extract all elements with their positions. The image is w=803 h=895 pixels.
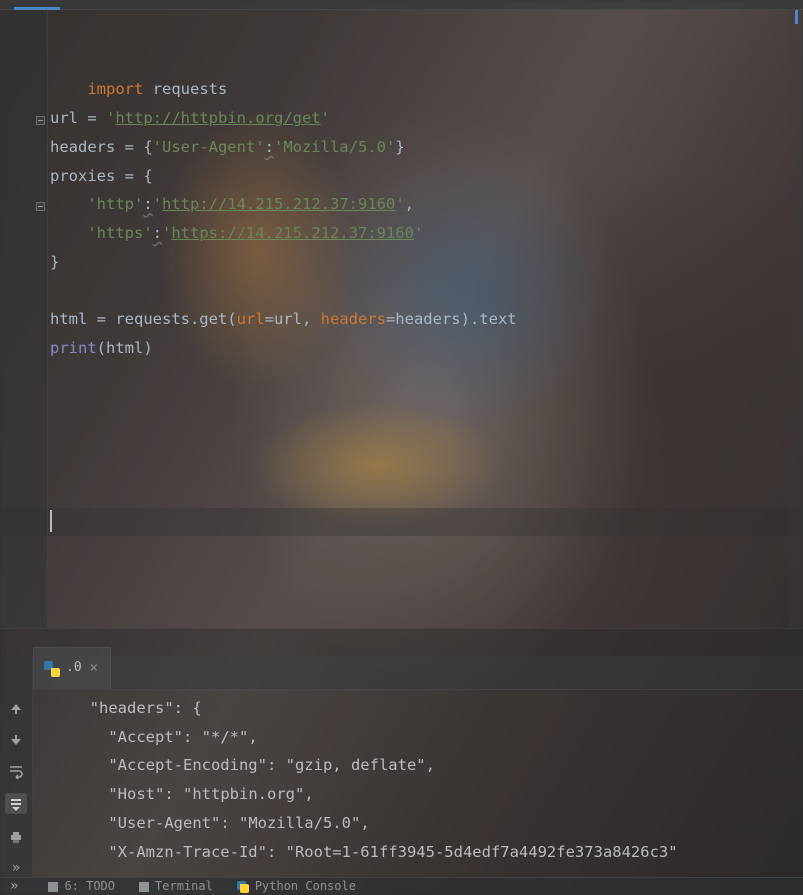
- code-url[interactable]: http://14.215.212.37:9160: [162, 195, 395, 213]
- soft-wrap-icon[interactable]: [7, 762, 25, 779]
- out: "gzip, deflate": [286, 756, 426, 774]
- status-terminal-label: Terminal: [155, 872, 213, 895]
- code-builtin: print: [50, 339, 97, 357]
- out: "headers": [71, 699, 174, 717]
- editor-gutter[interactable]: [0, 10, 48, 628]
- code-comma: ,: [302, 310, 321, 328]
- status-terminal[interactable]: Terminal: [139, 872, 213, 895]
- code-string-quote: ': [414, 224, 423, 242]
- fold-icon[interactable]: [36, 116, 45, 125]
- code-text: headers = {: [50, 138, 153, 156]
- code-string-quote: ': [106, 109, 115, 127]
- run-toolbar: »: [0, 656, 33, 877]
- out: "Mozilla/5.0": [239, 814, 360, 832]
- code-text: url =: [50, 109, 106, 127]
- out: "X-Amzn-Trace-Id": [71, 843, 267, 861]
- code-colon: :: [265, 138, 274, 156]
- code-text: }: [395, 138, 404, 156]
- close-icon[interactable]: ×: [90, 654, 98, 683]
- status-todo[interactable]: 6: TODO: [48, 872, 115, 895]
- code-text: proxies = {: [50, 167, 153, 185]
- out: "httpbin.org": [183, 785, 304, 803]
- out: "User-Agent": [71, 814, 220, 832]
- run-tabs: .0 ×: [33, 656, 803, 690]
- console-output[interactable]: "headers": { "Accept": "*/*", "Accept-En…: [33, 690, 803, 877]
- out: "*/*": [202, 728, 249, 746]
- code-kwarg: url: [237, 310, 265, 328]
- code-comma: ,: [405, 195, 414, 213]
- status-todo-label: 6: TODO: [64, 872, 115, 895]
- code-string: 'Mozilla/5.0': [274, 138, 395, 156]
- python-icon: [44, 661, 60, 677]
- python-icon: [237, 881, 249, 893]
- run-tab-label: .0: [66, 654, 82, 683]
- code-colon: :: [153, 224, 162, 242]
- code-kwarg: headers: [321, 310, 386, 328]
- out: ,: [248, 728, 257, 746]
- code-string: 'https': [87, 224, 152, 242]
- code-indent: [50, 195, 87, 213]
- code-text: requests: [143, 80, 227, 98]
- out: ,: [360, 814, 369, 832]
- code-url[interactable]: https://14.215.212.37:9160: [171, 224, 414, 242]
- fold-icon[interactable]: [36, 202, 45, 211]
- out: :: [220, 814, 239, 832]
- out: "Host": [71, 785, 164, 803]
- caret-line-highlight: [0, 508, 803, 536]
- code-text: html = requests.get(: [50, 310, 237, 328]
- code-string-quote: ': [153, 195, 162, 213]
- code-keyword: import: [87, 80, 143, 98]
- print-icon[interactable]: [7, 828, 25, 845]
- run-tab[interactable]: .0 ×: [33, 647, 111, 689]
- code-colon: :: [143, 195, 152, 213]
- expand-icon[interactable]: »: [10, 872, 18, 895]
- out: "Root=1-61ff3945-5d4edf7a4492fe373a8426c…: [286, 843, 678, 861]
- out: :: [267, 756, 286, 774]
- code-string: 'http': [87, 195, 143, 213]
- out: :: [183, 728, 202, 746]
- out: :: [267, 843, 286, 861]
- todo-icon: [48, 882, 58, 892]
- code-text: =url: [265, 310, 302, 328]
- editor-tab-bar: [0, 0, 803, 10]
- terminal-icon: [139, 882, 149, 892]
- code-string-quote: ': [395, 195, 404, 213]
- status-python-console[interactable]: Python Console: [237, 872, 356, 895]
- panel-splitter[interactable]: [0, 628, 803, 656]
- scroll-to-end-icon[interactable]: [5, 793, 27, 814]
- out: "Accept": [71, 728, 183, 746]
- status-bar: » 6: TODO Terminal Python Console: [0, 877, 803, 895]
- out: ,: [426, 756, 435, 774]
- code-editor[interactable]: import requests url = 'http://httpbin.or…: [0, 10, 803, 628]
- code-text: (html): [97, 339, 153, 357]
- code-string-quote: ': [321, 109, 330, 127]
- out: ,: [304, 785, 313, 803]
- out: :: [164, 785, 183, 803]
- code-indent: [50, 224, 87, 242]
- code-url[interactable]: http://httpbin.org/get: [115, 109, 320, 127]
- code-string: 'User-Agent': [153, 138, 265, 156]
- arrow-down-icon[interactable]: [7, 731, 25, 748]
- editor-scrollbar[interactable]: [790, 10, 803, 628]
- out: "Accept-Encoding": [71, 756, 267, 774]
- status-pyconsole-label: Python Console: [255, 872, 356, 895]
- run-tool-window: » .0 × "headers": { "Accept": "*/*", "Ac…: [0, 656, 803, 877]
- arrow-up-icon[interactable]: [7, 700, 25, 717]
- scrollbar-marker: [795, 10, 798, 24]
- code-text: }: [50, 253, 59, 271]
- code-text: =headers).text: [386, 310, 517, 328]
- code-area[interactable]: import requests url = 'http://httpbin.or…: [48, 10, 803, 628]
- out: : {: [174, 699, 202, 717]
- text-caret: [50, 510, 52, 532]
- code-string-quote: ': [162, 224, 171, 242]
